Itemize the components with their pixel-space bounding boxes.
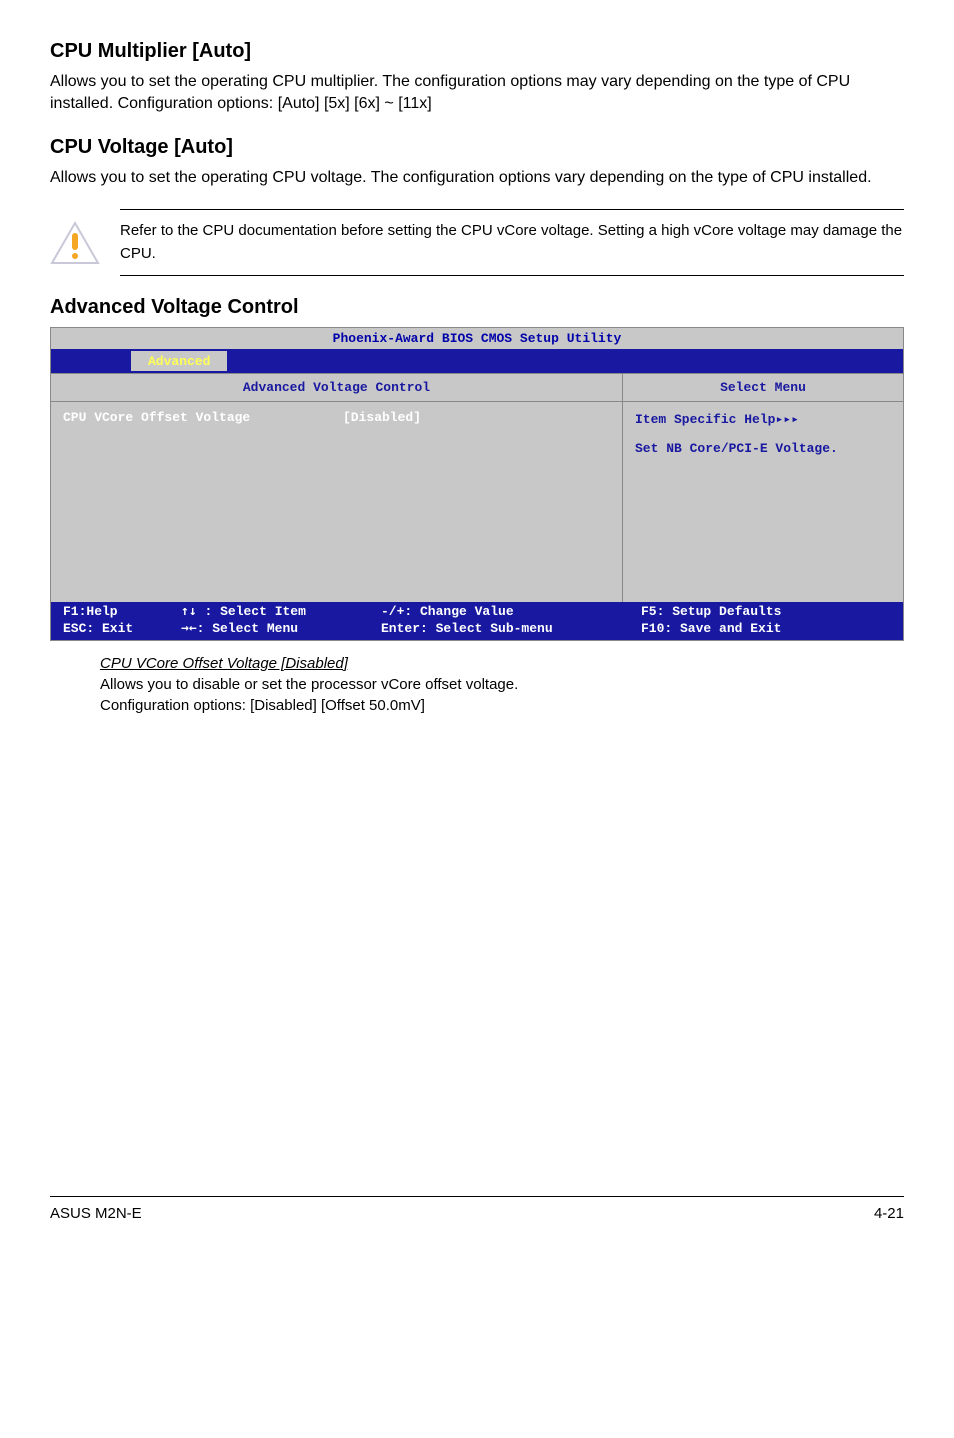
bios-key-f10: F10: Save and Exit bbox=[641, 621, 903, 638]
bios-key-esc: ESC: Exit bbox=[63, 621, 181, 638]
warning-icon bbox=[50, 221, 100, 265]
bios-help-label: Item Specific Help▸▸▸ bbox=[635, 410, 891, 431]
body-text-cpu-voltage: Allows you to set the operating CPU volt… bbox=[50, 167, 904, 189]
page-footer: ASUS M2N-E 4-21 bbox=[50, 1196, 904, 1222]
bios-title: Phoenix-Award BIOS CMOS Setup Utility bbox=[51, 328, 903, 349]
bios-window: Phoenix-Award BIOS CMOS Setup Utility Ad… bbox=[50, 327, 904, 641]
bios-key-select-menu: →←: Select Menu bbox=[181, 621, 381, 638]
sub-item-heading: CPU VCore Offset Voltage [Disabled] bbox=[50, 655, 904, 672]
body-text-cpu-multiplier: Allows you to set the operating CPU mult… bbox=[50, 71, 904, 116]
bios-row-value: [Disabled] bbox=[343, 410, 421, 425]
bios-section-header: Advanced Voltage Control bbox=[51, 373, 622, 402]
bios-help-text: Set NB Core/PCI-E Voltage. bbox=[635, 439, 891, 460]
bios-key-select-submenu: Enter: Select Sub-menu bbox=[381, 621, 641, 638]
footer-product: ASUS M2N-E bbox=[50, 1205, 142, 1222]
bios-main-panel: Advanced Voltage Control CPU VCore Offse… bbox=[51, 373, 623, 602]
bios-side-header: Select Menu bbox=[623, 373, 903, 402]
section-heading-cpu-voltage: CPU Voltage [Auto] bbox=[50, 136, 904, 159]
bios-footer: F1:Help ESC: Exit ↑↓ : Select Item →←: S… bbox=[51, 602, 903, 640]
bios-row-label: CPU VCore Offset Voltage bbox=[63, 410, 343, 425]
caution-text: Refer to the CPU documentation before se… bbox=[120, 209, 904, 276]
right-arrows-icon: ▸▸▸ bbox=[775, 412, 798, 427]
bios-key-f5: F5: Setup Defaults bbox=[641, 604, 903, 621]
footer-page-number: 4-21 bbox=[874, 1205, 904, 1222]
sub-item-line2: Configuration options: [Disabled] [Offse… bbox=[50, 695, 904, 716]
left-right-arrow-icon: →← bbox=[181, 621, 197, 636]
bios-tab-advanced: Advanced bbox=[131, 351, 227, 371]
sub-item-line1: Allows you to disable or set the process… bbox=[50, 674, 904, 695]
bios-menubar: Advanced bbox=[51, 349, 903, 373]
bios-side-panel: Select Menu Item Specific Help▸▸▸ Set NB… bbox=[623, 373, 903, 602]
bios-key-f1: F1:Help bbox=[63, 604, 181, 621]
section-heading-cpu-multiplier: CPU Multiplier [Auto] bbox=[50, 40, 904, 63]
bios-key-change-value: -/+: Change Value bbox=[381, 604, 641, 621]
bios-key-select-item: ↑↓ : Select Item bbox=[181, 604, 381, 621]
section-heading-advanced-voltage: Advanced Voltage Control bbox=[50, 296, 904, 319]
up-down-arrow-icon: ↑↓ bbox=[181, 604, 204, 619]
caution-callout: Refer to the CPU documentation before se… bbox=[50, 209, 904, 276]
